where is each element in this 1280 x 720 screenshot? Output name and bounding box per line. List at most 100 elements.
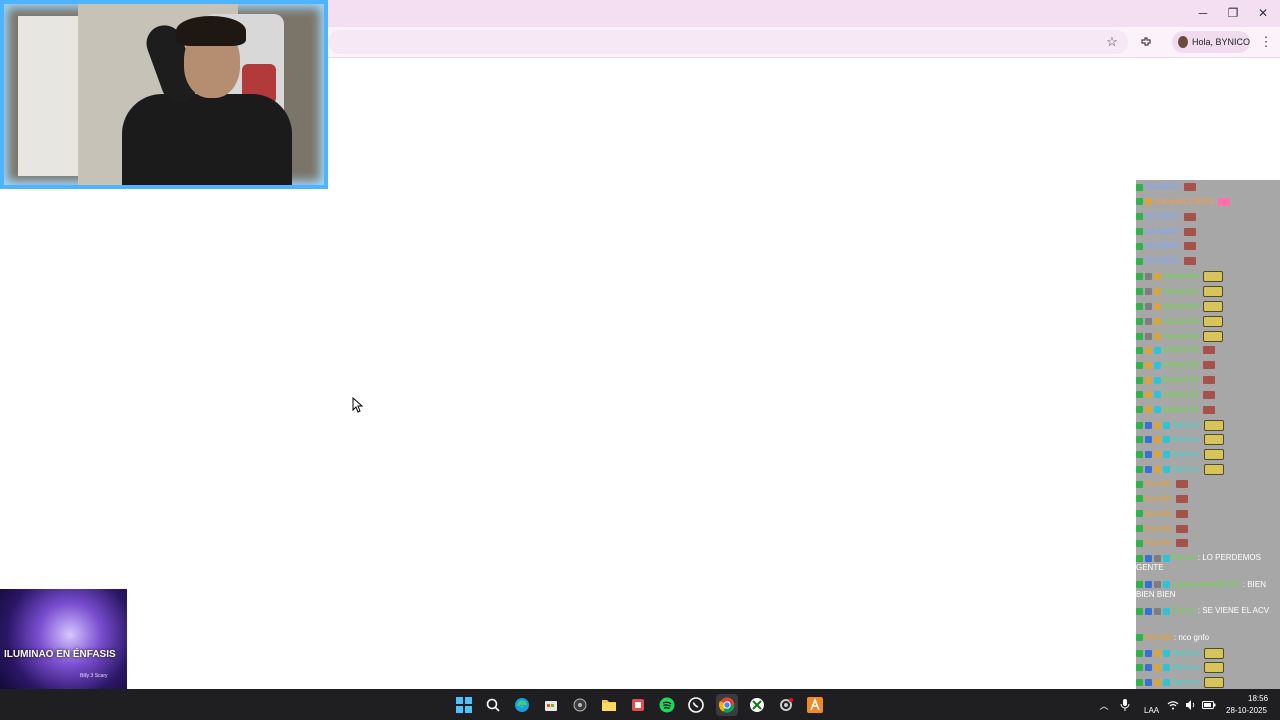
chat-emote-icon	[1203, 271, 1224, 283]
chat-badge-icon	[1154, 273, 1161, 281]
chat-badge-icon	[1163, 436, 1170, 444]
address-bar[interactable]	[328, 30, 1128, 54]
search-icon[interactable]	[482, 694, 504, 716]
chat-message-text: : SE VIENE EL ACV	[1195, 606, 1270, 616]
app-a-icon[interactable]	[804, 694, 826, 716]
chat-username: NEAMATI	[1145, 182, 1180, 191]
chat-badge-icon	[1136, 242, 1143, 250]
clock-time[interactable]: 18:56	[1248, 694, 1268, 703]
chat-username: wollas133	[1163, 345, 1199, 355]
chat-badge-icon	[1136, 466, 1143, 474]
avatar	[1178, 36, 1188, 48]
chat-badge-icon	[1145, 391, 1152, 399]
chat-message: diacaysob	[1136, 300, 1280, 312]
chat-badge-icon	[1136, 480, 1143, 488]
chat-username: Nachou	[1172, 420, 1200, 430]
start-windows-icon[interactable]	[453, 694, 475, 716]
chat-username: Nachou	[1172, 434, 1200, 444]
star-icon[interactable]: ☆	[1102, 33, 1122, 51]
chat-username: wollas133	[1163, 389, 1199, 399]
chat-message: Kunollo	[1136, 524, 1280, 534]
chat-username: ImKopelCCIERG	[1154, 196, 1215, 206]
chat-badge-icon	[1136, 376, 1143, 384]
chat-emote-icon	[1183, 257, 1196, 266]
chat-username: Nachou	[1172, 464, 1200, 474]
chat-badge-icon	[1136, 332, 1143, 340]
chat-message: NEAMATI	[1136, 212, 1280, 222]
settings-icon[interactable]	[775, 694, 797, 716]
close-button[interactable]: ✕	[1248, 4, 1278, 22]
chat-badge-icon	[1145, 649, 1152, 657]
chat-badge-icon	[1145, 332, 1152, 340]
extensions-icon[interactable]	[1136, 33, 1156, 51]
chat-badge-icon	[1145, 198, 1152, 206]
chat-username: Kunollo	[1145, 493, 1172, 503]
chat-badge-icon	[1145, 421, 1152, 429]
chat-message: wollas133	[1136, 405, 1280, 415]
chat-badge-icon	[1136, 273, 1143, 281]
chat-badge-icon	[1136, 213, 1143, 221]
chat-message: NEAMATI	[1136, 256, 1280, 266]
chat-badge-icon	[1145, 361, 1152, 369]
chat-emote-icon	[1203, 300, 1224, 312]
file-explorer-icon[interactable]	[598, 694, 620, 716]
chat-badge-icon	[1136, 581, 1143, 589]
chat-badge-icon	[1136, 406, 1143, 414]
chat-emote-icon	[1203, 330, 1224, 342]
volume-icon[interactable]	[1182, 694, 1200, 716]
edge-browser-icon[interactable]	[511, 694, 533, 716]
chat-badge-icon	[1145, 302, 1152, 310]
minimize-button[interactable]: ─	[1188, 4, 1218, 22]
chat-badge-icon	[1154, 607, 1161, 615]
streamer-body	[122, 94, 292, 185]
chat-username: Kunollo	[1145, 538, 1172, 548]
battery-icon[interactable]	[1200, 694, 1218, 716]
chat-username: wollas133	[1163, 375, 1199, 385]
chat-message: Kunollo	[1136, 538, 1280, 548]
chat-emote-icon	[1183, 212, 1196, 221]
chat-message: Nachou	[1136, 434, 1280, 446]
chat-badge-icon	[1154, 649, 1161, 657]
chat-emote-icon	[1203, 434, 1224, 446]
obs-icon[interactable]	[569, 694, 591, 716]
chat-username: Kunollo	[1145, 479, 1172, 488]
chat-badge-icon	[1154, 287, 1161, 295]
snipping-tool-icon[interactable]	[627, 694, 649, 716]
now-playing-album-art: ILUMINAO EN ÉNFASIS Billy 3 Scary	[0, 589, 127, 690]
chat-badge-icon	[1136, 346, 1143, 354]
chrome-icon[interactable]	[716, 694, 738, 716]
chat-badge-icon	[1136, 554, 1143, 562]
chat-message: Nachou	[1136, 662, 1280, 674]
chat-badge-icon	[1163, 466, 1170, 474]
chat-username: diacaysob	[1163, 271, 1200, 281]
streamer-hair	[176, 16, 246, 46]
chat-badge-icon	[1136, 525, 1143, 533]
microphone-icon[interactable]	[1116, 694, 1134, 716]
store-icon[interactable]	[540, 694, 562, 716]
whatsapp-icon[interactable]	[685, 694, 707, 716]
xbox-icon[interactable]	[746, 694, 768, 716]
clock-date[interactable]: 28-10-2025	[1226, 706, 1267, 715]
chat-badge-icon	[1136, 198, 1143, 206]
chat-emote-icon	[1203, 647, 1224, 659]
restore-button[interactable]: ❐	[1218, 4, 1248, 22]
chat-badge-icon	[1136, 317, 1143, 325]
chat-emote-icon	[1202, 390, 1215, 399]
chevron-up-icon[interactable]: ︿	[1094, 694, 1114, 716]
chat-message: Kunollo : nco gnfo	[1136, 633, 1280, 643]
wifi-icon[interactable]	[1164, 694, 1182, 716]
profile-button[interactable]: Hola, BYNICO	[1172, 31, 1250, 53]
chat-message: diacaysob	[1136, 315, 1280, 327]
chat-badge-icon	[1154, 317, 1161, 325]
chat-username: Kunollo	[1145, 632, 1172, 642]
language-indicator[interactable]: LAA	[1144, 706, 1159, 715]
chat-emote-icon	[1203, 449, 1224, 461]
menu-kebab-icon[interactable]: ⋮	[1256, 33, 1276, 51]
chat-badge-icon	[1136, 451, 1143, 459]
chat-emote-icon	[1183, 242, 1196, 251]
chat-message: NEAMATI	[1136, 241, 1280, 251]
chat-username: Kunollo	[1145, 523, 1172, 533]
spotify-icon[interactable]	[656, 694, 678, 716]
chat-badge-icon	[1136, 228, 1143, 236]
chat-emote-icon	[1203, 285, 1224, 297]
